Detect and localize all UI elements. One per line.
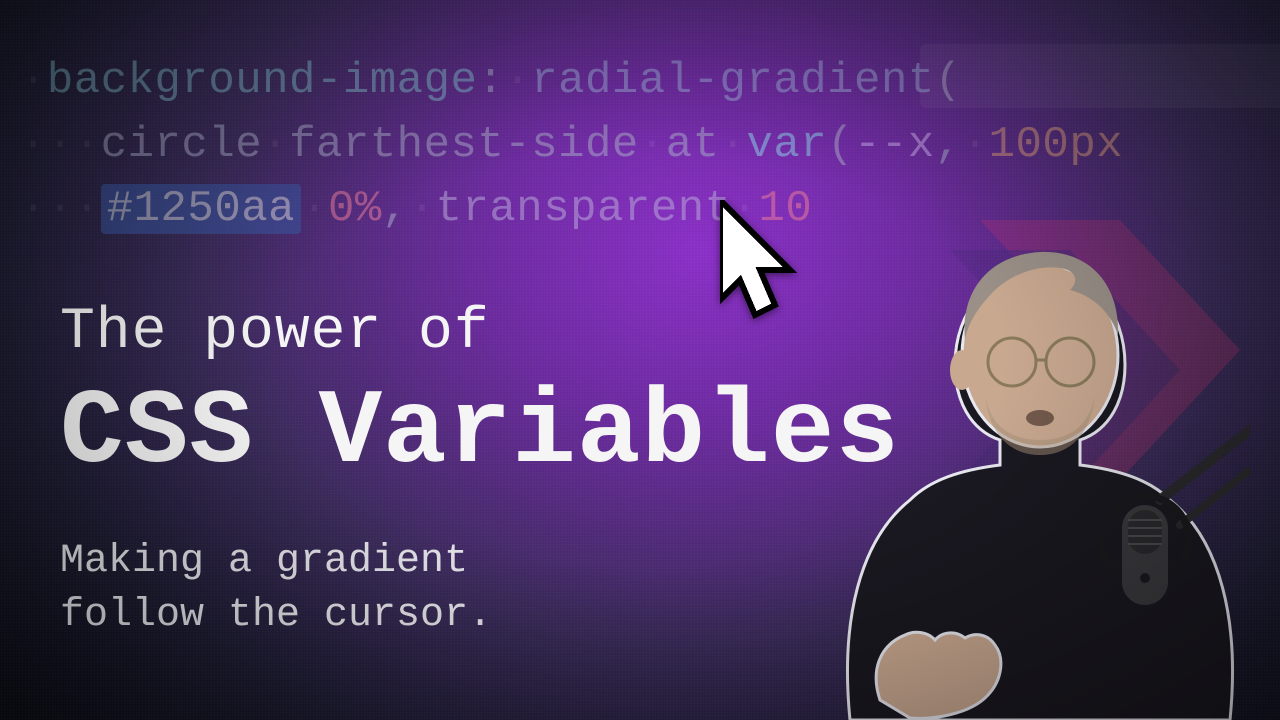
- title-main: CSS Variables: [60, 373, 900, 493]
- title-block: The power of CSS Variables Making a grad…: [60, 300, 900, 643]
- background-code: ·background-image:·radial-gradient( ···c…: [20, 50, 1280, 241]
- microphone-icon: [1050, 410, 1250, 690]
- subtitle: Making a gradient follow the cursor.: [60, 535, 900, 643]
- title-overline: The power of: [60, 300, 900, 365]
